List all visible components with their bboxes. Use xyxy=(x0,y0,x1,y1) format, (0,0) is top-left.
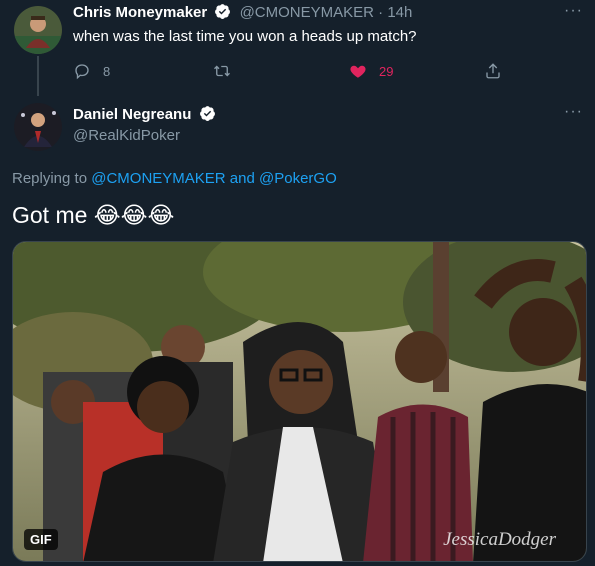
tweet1-time[interactable]: 14h xyxy=(387,4,412,21)
tweet2-handle[interactable]: @RealKidPoker xyxy=(73,126,180,146)
retweet-button[interactable] xyxy=(213,60,243,82)
thread-connector-line xyxy=(37,56,39,96)
gif-scene-image xyxy=(13,242,586,561)
chris-moneymaker-avatar[interactable] xyxy=(14,6,62,54)
replying-prefix: Replying to xyxy=(12,170,92,187)
share-button[interactable] xyxy=(484,60,502,82)
replying-and: and xyxy=(225,170,260,187)
chris-avatar-image xyxy=(14,6,62,54)
tweet1-action-bar: 8 29 xyxy=(73,60,513,82)
verified-badge-icon xyxy=(215,4,231,19)
retweet-icon xyxy=(214,65,230,77)
gif-badge: GIF xyxy=(24,529,58,550)
tweet1-header: Chris Moneymaker @CMONEYMAKER · 14h xyxy=(73,3,412,23)
verified-badge-icon xyxy=(199,106,215,121)
tweet2-name-row: Daniel Negreanu xyxy=(73,105,220,125)
more-options-icon[interactable]: ··· xyxy=(564,2,583,20)
like-count: 29 xyxy=(379,63,394,79)
tweet2-text: Got me 😂😂😂 xyxy=(12,202,175,228)
gif-watermark: JessicaDodger xyxy=(443,529,556,550)
more-options-icon[interactable]: ··· xyxy=(564,103,583,121)
replying-to-line: Replying to @CMONEYMAKER and @PokerGO xyxy=(12,169,337,189)
tweet2-display-name[interactable]: Daniel Negreanu xyxy=(73,106,191,123)
reply-count: 8 xyxy=(103,63,111,79)
reply-icon xyxy=(75,64,89,80)
tweet1-text: when was the last time you won a heads u… xyxy=(73,28,417,45)
tweet1-separator: · xyxy=(373,4,388,21)
tweet1-handle[interactable]: @CMONEYMAKER xyxy=(240,4,374,21)
heart-icon xyxy=(350,65,366,78)
replying-user-cmoneymaker[interactable]: @CMONEYMAKER xyxy=(91,170,225,187)
daniel-avatar-image xyxy=(14,103,62,151)
gif-media[interactable]: GIF JessicaDodger xyxy=(12,241,587,562)
share-icon xyxy=(486,63,500,79)
reply-button[interactable]: 8 xyxy=(73,60,110,82)
like-button[interactable]: 29 xyxy=(349,60,393,82)
daniel-negreanu-avatar[interactable] xyxy=(14,103,62,151)
replying-user-pokergo[interactable]: @PokerGO xyxy=(259,170,337,187)
tweet1-display-name[interactable]: Chris Moneymaker xyxy=(73,4,207,21)
